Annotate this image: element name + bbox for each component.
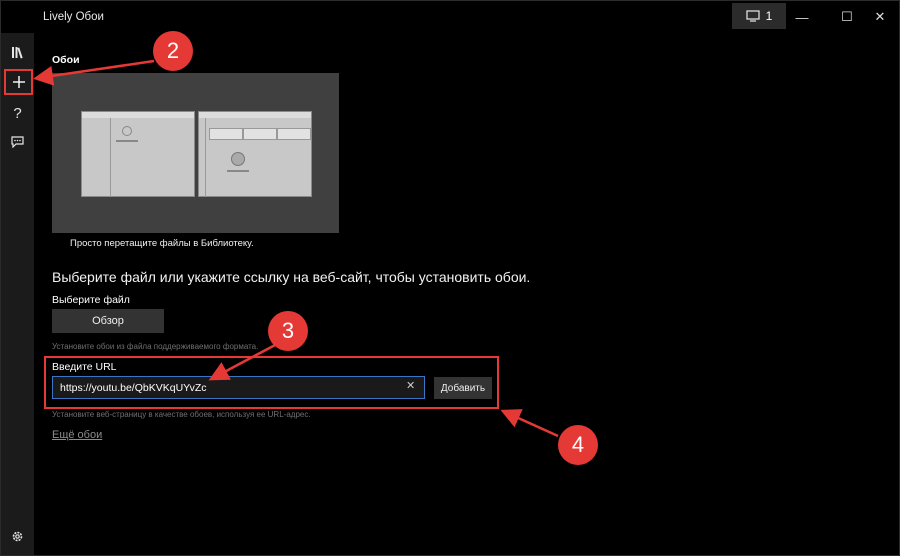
sidebar-item-feedback[interactable] [1, 128, 34, 156]
library-icon [11, 46, 23, 59]
sidebar-item-add-wallpaper[interactable] [4, 69, 33, 95]
titlebar: Lively Обои 1 — ☐ ✕ [1, 1, 900, 33]
choose-file-label: Выберите файл [52, 294, 130, 306]
drag-drop-preview-image [52, 73, 339, 233]
more-wallpapers-link[interactable]: Ещё обои [52, 429, 102, 441]
monitor-select-button[interactable]: 1 [732, 3, 786, 29]
add-url-button[interactable]: Добавить [434, 377, 492, 399]
url-hint: Установите веб-страницу в качестве обоев… [52, 410, 311, 419]
sidebar-item-help[interactable]: ? [1, 99, 34, 127]
minimize-icon: — [795, 9, 809, 25]
clear-url-icon[interactable]: ✕ [406, 379, 415, 392]
annotation-badge-2: 2 [153, 31, 193, 71]
plus-icon [12, 76, 25, 88]
close-button[interactable]: ✕ [865, 7, 895, 27]
url-label: Введите URL [52, 361, 117, 373]
preview-window-right [198, 111, 312, 197]
maximize-button[interactable]: ☐ [832, 7, 862, 27]
monitor-icon [746, 10, 760, 22]
help-icon: ? [13, 104, 22, 122]
section-title: Обои [52, 54, 80, 66]
sidebar-item-settings[interactable] [1, 522, 34, 550]
preview-caption: Просто перетащите файлы в Библиотеку. [70, 238, 254, 249]
annotation-badge-3: 3 [268, 311, 308, 351]
url-input-value: https://youtu.be/QbKVKqUYvZc [60, 381, 207, 394]
preview-window-left [81, 111, 195, 197]
annotation-badge-4: 4 [558, 425, 598, 465]
page-heading: Выберите файл или укажите ссылку на веб-… [52, 269, 531, 285]
sidebar: ? [1, 33, 34, 555]
url-input[interactable]: https://youtu.be/QbKVKqUYvZc [52, 376, 425, 399]
close-icon: ✕ [874, 9, 886, 24]
browse-button[interactable]: Обзор [52, 309, 164, 333]
maximize-icon: ☐ [841, 9, 853, 24]
monitor-count: 1 [765, 9, 773, 23]
window-title: Lively Обои [43, 11, 104, 23]
sidebar-item-library[interactable] [1, 38, 34, 66]
minimize-button[interactable]: — [787, 7, 817, 27]
app-window: Lively Обои 1 — ☐ ✕ ? Обои Просто перета… [0, 0, 900, 556]
file-format-hint: Установите обои из файла поддерживаемого… [52, 342, 259, 351]
feedback-icon [11, 136, 24, 148]
gear-icon [12, 531, 23, 541]
